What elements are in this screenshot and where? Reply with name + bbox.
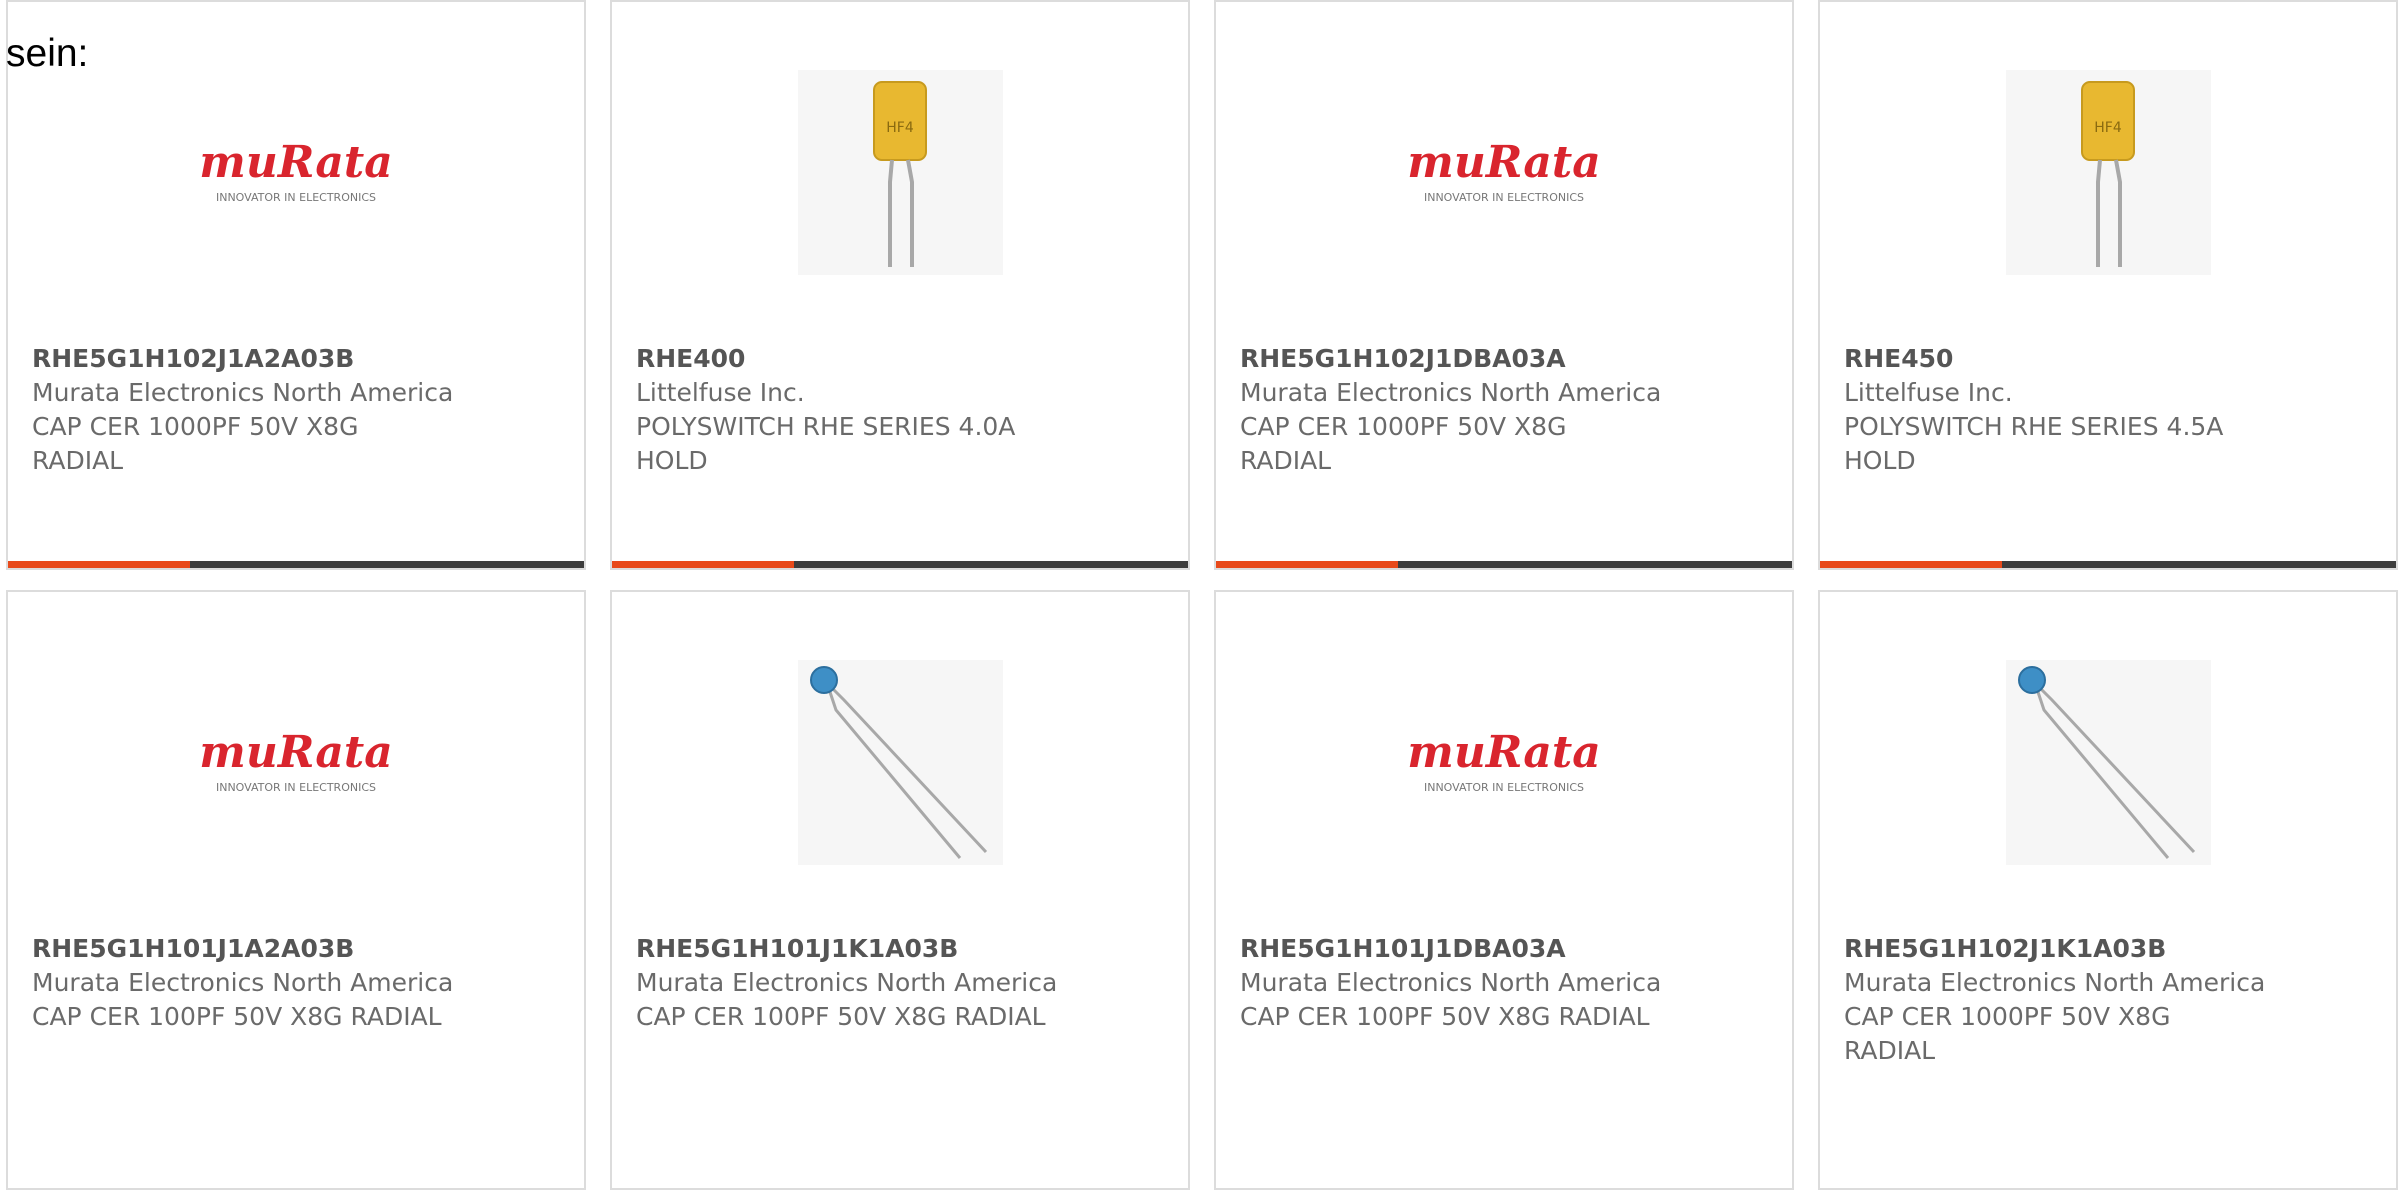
product-info: RHE5G1H101J1A2A03B Murata Electronics No…: [32, 932, 560, 1034]
part-number-link[interactable]: RHE5G1H101J1K1A03B: [636, 932, 1164, 966]
description-line: CAP CER 100PF 50V X8G RADIAL: [1240, 1002, 1650, 1031]
product-card[interactable]: HF4 RHE400 Littelfuse Inc. POLYSWITCH RH…: [610, 0, 1190, 570]
part-number-link[interactable]: RHE5G1H102J1K1A03B: [1844, 932, 2372, 966]
ptc-fuse-icon: HF4: [873, 81, 927, 267]
card-accent-bar: [8, 561, 584, 568]
product-card[interactable]: HF4 RHE450 Littelfuse Inc. POLYSWITCH RH…: [1818, 0, 2398, 570]
product-card[interactable]: muRata INNOVATOR IN ELECTRONICS RHE5G1H1…: [6, 0, 586, 570]
product-card[interactable]: muRata INNOVATOR IN ELECTRONICS RHE5G1H1…: [1214, 0, 1794, 570]
murata-logo-icon: muRata INNOVATOR IN ELECTRONICS: [199, 137, 392, 204]
fuse-photo-box: HF4: [797, 69, 1003, 275]
svg-text:INNOVATOR IN ELECTRONICS: INNOVATOR IN ELECTRONICS: [1424, 781, 1584, 794]
part-number-link[interactable]: RHE5G1H102J1A2A03B: [32, 342, 560, 376]
accent-segment: [1216, 561, 1398, 568]
product-info: RHE5G1H102J1K1A03B Murata Electronics No…: [1844, 932, 2372, 1068]
product-info: RHE5G1H102J1A2A03B Murata Electronics No…: [32, 342, 560, 478]
product-image[interactable]: HF4: [612, 62, 1188, 282]
ceramic-capacitor-icon: [810, 666, 988, 859]
product-card[interactable]: RHE5G1H102J1K1A03B Murata Electronics No…: [1818, 590, 2398, 1190]
product-image[interactable]: muRata INNOVATOR IN ELECTRONICS: [1216, 62, 1792, 282]
svg-text:INNOVATOR IN ELECTRONICS: INNOVATOR IN ELECTRONICS: [1424, 191, 1584, 204]
part-number-link[interactable]: RHE400: [636, 342, 1164, 376]
product-info: RHE5G1H101J1DBA03A Murata Electronics No…: [1240, 932, 1768, 1034]
accent-segment: [8, 561, 190, 568]
svg-text:HF4: HF4: [2094, 120, 2122, 136]
manufacturer: Murata Electronics North America: [636, 968, 1058, 997]
product-info: RHE400 Littelfuse Inc. POLYSWITCH RHE SE…: [636, 342, 1164, 478]
product-image[interactable]: muRata INNOVATOR IN ELECTRONICS: [1216, 652, 1792, 872]
svg-text:muRata: muRata: [199, 137, 392, 188]
description-line: HOLD: [636, 446, 708, 475]
product-grid: muRata INNOVATOR IN ELECTRONICS RHE5G1H1…: [6, 0, 2400, 1190]
product-image[interactable]: [1820, 652, 2396, 872]
description-line: CAP CER 1000PF 50V X8G: [1240, 412, 1567, 441]
card-accent-bar: [612, 561, 1188, 568]
description-line: CAP CER 1000PF 50V X8G: [1844, 1002, 2171, 1031]
product-image[interactable]: muRata INNOVATOR IN ELECTRONICS: [8, 62, 584, 282]
murata-logo-icon: muRata INNOVATOR IN ELECTRONICS: [199, 727, 392, 794]
svg-text:muRata: muRata: [199, 727, 392, 778]
svg-text:INNOVATOR IN ELECTRONICS: INNOVATOR IN ELECTRONICS: [216, 191, 376, 204]
description-line: HOLD: [1844, 446, 1916, 475]
description-line: RADIAL: [1844, 1036, 1936, 1065]
manufacturer: Murata Electronics North America: [32, 968, 454, 997]
svg-text:muRata: muRata: [1407, 727, 1600, 778]
svg-text:INNOVATOR IN ELECTRONICS: INNOVATOR IN ELECTRONICS: [216, 781, 376, 794]
accent-segment: [1820, 561, 2002, 568]
fuse-photo-box: HF4: [2005, 69, 2211, 275]
capacitor-photo-box: [2005, 659, 2211, 865]
description-line: CAP CER 100PF 50V X8G RADIAL: [636, 1002, 1046, 1031]
card-accent-bar: [1820, 561, 2396, 568]
part-number-link[interactable]: RHE5G1H102J1DBA03A: [1240, 342, 1768, 376]
manufacturer: Murata Electronics North America: [1844, 968, 2266, 997]
svg-text:muRata: muRata: [1407, 137, 1600, 188]
product-info: RHE5G1H102J1DBA03A Murata Electronics No…: [1240, 342, 1768, 478]
ceramic-capacitor-icon: [2018, 666, 2196, 859]
part-number-link[interactable]: RHE5G1H101J1A2A03B: [32, 932, 560, 966]
description-line: RADIAL: [1240, 446, 1332, 475]
product-image[interactable]: HF4: [1820, 62, 2396, 282]
intro-text: sein:: [6, 32, 89, 75]
product-card[interactable]: RHE5G1H101J1K1A03B Murata Electronics No…: [610, 590, 1190, 1190]
accent-segment: [612, 561, 794, 568]
capacitor-photo-box: [797, 659, 1003, 865]
product-image[interactable]: [612, 652, 1188, 872]
part-number-link[interactable]: RHE5G1H101J1DBA03A: [1240, 932, 1768, 966]
description-line: CAP CER 1000PF 50V X8G: [32, 412, 359, 441]
description-line: POLYSWITCH RHE SERIES 4.5A: [1844, 412, 2224, 441]
murata-logo-icon: muRata INNOVATOR IN ELECTRONICS: [1407, 137, 1600, 204]
product-card[interactable]: muRata INNOVATOR IN ELECTRONICS RHE5G1H1…: [6, 590, 586, 1190]
part-number-link[interactable]: RHE450: [1844, 342, 2372, 376]
product-card[interactable]: muRata INNOVATOR IN ELECTRONICS RHE5G1H1…: [1214, 590, 1794, 1190]
manufacturer: Murata Electronics North America: [1240, 968, 1662, 997]
murata-logo-icon: muRata INNOVATOR IN ELECTRONICS: [1407, 727, 1600, 794]
manufacturer: Littelfuse Inc.: [636, 378, 805, 407]
product-info: RHE450 Littelfuse Inc. POLYSWITCH RHE SE…: [1844, 342, 2372, 478]
svg-text:HF4: HF4: [886, 120, 914, 136]
manufacturer: Murata Electronics North America: [1240, 378, 1662, 407]
manufacturer: Littelfuse Inc.: [1844, 378, 2013, 407]
description-line: RADIAL: [32, 446, 124, 475]
card-accent-bar: [1216, 561, 1792, 568]
description-line: CAP CER 100PF 50V X8G RADIAL: [32, 1002, 442, 1031]
manufacturer: Murata Electronics North America: [32, 378, 454, 407]
description-line: POLYSWITCH RHE SERIES 4.0A: [636, 412, 1016, 441]
product-info: RHE5G1H101J1K1A03B Murata Electronics No…: [636, 932, 1164, 1034]
product-image[interactable]: muRata INNOVATOR IN ELECTRONICS: [8, 652, 584, 872]
ptc-fuse-icon: HF4: [2081, 81, 2135, 267]
